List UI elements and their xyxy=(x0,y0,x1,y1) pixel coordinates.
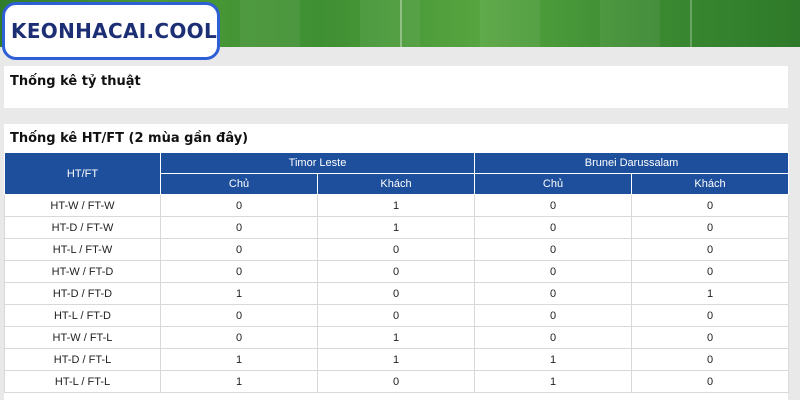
team-header-timor-leste: Timor Leste xyxy=(159,152,476,174)
table-row: HT-W / FT-W 0 1 0 0 xyxy=(4,194,790,217)
table-row: HT-L / FT-D 0 0 0 0 xyxy=(4,304,790,327)
table-row: HT-L / FT-L 1 0 1 0 xyxy=(4,370,790,393)
table-cell: 1 xyxy=(474,370,633,393)
table-cell: 0 xyxy=(316,304,476,327)
table-cell: 0 xyxy=(474,194,633,217)
table-row: HT-L / FT-W 0 0 0 0 xyxy=(4,238,790,261)
row-label: HT-D / FT-L xyxy=(4,348,161,371)
table-cell: 1 xyxy=(316,194,476,217)
htft-stats-panel: Thống kê HT/FT (2 mùa gần đây) HT/FT Tim… xyxy=(4,124,790,400)
table-row: HT-D / FT-D 1 0 0 1 xyxy=(4,282,790,305)
pitch-stripe xyxy=(600,0,660,47)
row-label: HT-D / FT-W xyxy=(4,216,161,239)
table-row: HT-D / FT-W 0 1 0 0 xyxy=(4,216,790,239)
table-cell: 0 xyxy=(316,282,476,305)
pitch-stripe xyxy=(480,0,540,47)
table-row: HT-W / FT-L 0 1 0 0 xyxy=(4,326,790,349)
pitch-stripe xyxy=(240,0,300,47)
row-label: HT-W / FT-D xyxy=(4,260,161,283)
table-cell: 0 xyxy=(160,260,318,283)
table-cell: 0 xyxy=(631,216,790,239)
row-label: HT-W / FT-W xyxy=(4,194,161,217)
row-label: HT-D / FT-D xyxy=(4,282,161,305)
site-logo[interactable]: KEONHACAI.COOL xyxy=(2,2,220,60)
htft-column-header: HT/FT xyxy=(4,152,161,195)
table-cell: 0 xyxy=(474,216,633,239)
table-cell: 0 xyxy=(631,260,790,283)
table-cell: 0 xyxy=(631,238,790,261)
table-cell: 0 xyxy=(474,326,633,349)
table-cell: 1 xyxy=(316,216,476,239)
table-cell: 0 xyxy=(316,260,476,283)
table-row: HT-D / FT-L 1 1 1 0 xyxy=(4,348,790,371)
pitch-line xyxy=(690,0,692,47)
table-cell: 1 xyxy=(631,282,790,305)
team-header-brunei: Brunei Darussalam xyxy=(474,152,790,174)
row-label: HT-L / FT-L xyxy=(4,370,161,393)
table-cell: 1 xyxy=(316,348,476,371)
subheader-home: Chủ xyxy=(160,173,318,195)
htft-table: HT/FT Timor Leste Brunei Darussalam Chủ … xyxy=(4,152,790,393)
table-cell: 1 xyxy=(160,282,318,305)
odds-stats-title: Thống kê tỷ thuật xyxy=(10,74,141,89)
table-cell: 0 xyxy=(631,370,790,393)
table-cell: 0 xyxy=(631,304,790,327)
row-label: HT-W / FT-L xyxy=(4,326,161,349)
table-cell: 1 xyxy=(474,348,633,371)
htft-stats-title: Thống kê HT/FT (2 mùa gần đây) xyxy=(10,131,249,146)
table-header-row: HT/FT Timor Leste Brunei Darussalam xyxy=(4,152,790,195)
table-cell: 0 xyxy=(631,326,790,349)
table-cell: 0 xyxy=(316,238,476,261)
table-cell: 0 xyxy=(160,194,318,217)
table-cell: 0 xyxy=(160,216,318,239)
brand-name: KEONHACAI.COOL xyxy=(11,19,217,43)
table-cell: 0 xyxy=(474,238,633,261)
table-cell: 0 xyxy=(631,348,790,371)
subheader-away: Khách xyxy=(631,173,790,195)
table-cell: 0 xyxy=(474,260,633,283)
table-cell: 0 xyxy=(160,238,318,261)
row-label: HT-L / FT-W xyxy=(4,238,161,261)
row-label: HT-L / FT-D xyxy=(4,304,161,327)
pitch-stripe xyxy=(360,0,420,47)
subheader-home: Chủ xyxy=(474,173,633,195)
table-cell: 0 xyxy=(631,194,790,217)
table-cell: 1 xyxy=(316,326,476,349)
table-cell: 0 xyxy=(160,304,318,327)
table-cell: 1 xyxy=(160,370,318,393)
subheader-away: Khách xyxy=(316,173,476,195)
pitch-line xyxy=(400,0,402,47)
table-cell: 0 xyxy=(160,326,318,349)
odds-stats-panel: Thống kê tỷ thuật xyxy=(4,66,788,108)
table-cell: 0 xyxy=(474,282,633,305)
table-cell: 0 xyxy=(316,370,476,393)
table-cell: 0 xyxy=(474,304,633,327)
table-row: HT-W / FT-D 0 0 0 0 xyxy=(4,260,790,283)
table-cell: 1 xyxy=(160,348,318,371)
